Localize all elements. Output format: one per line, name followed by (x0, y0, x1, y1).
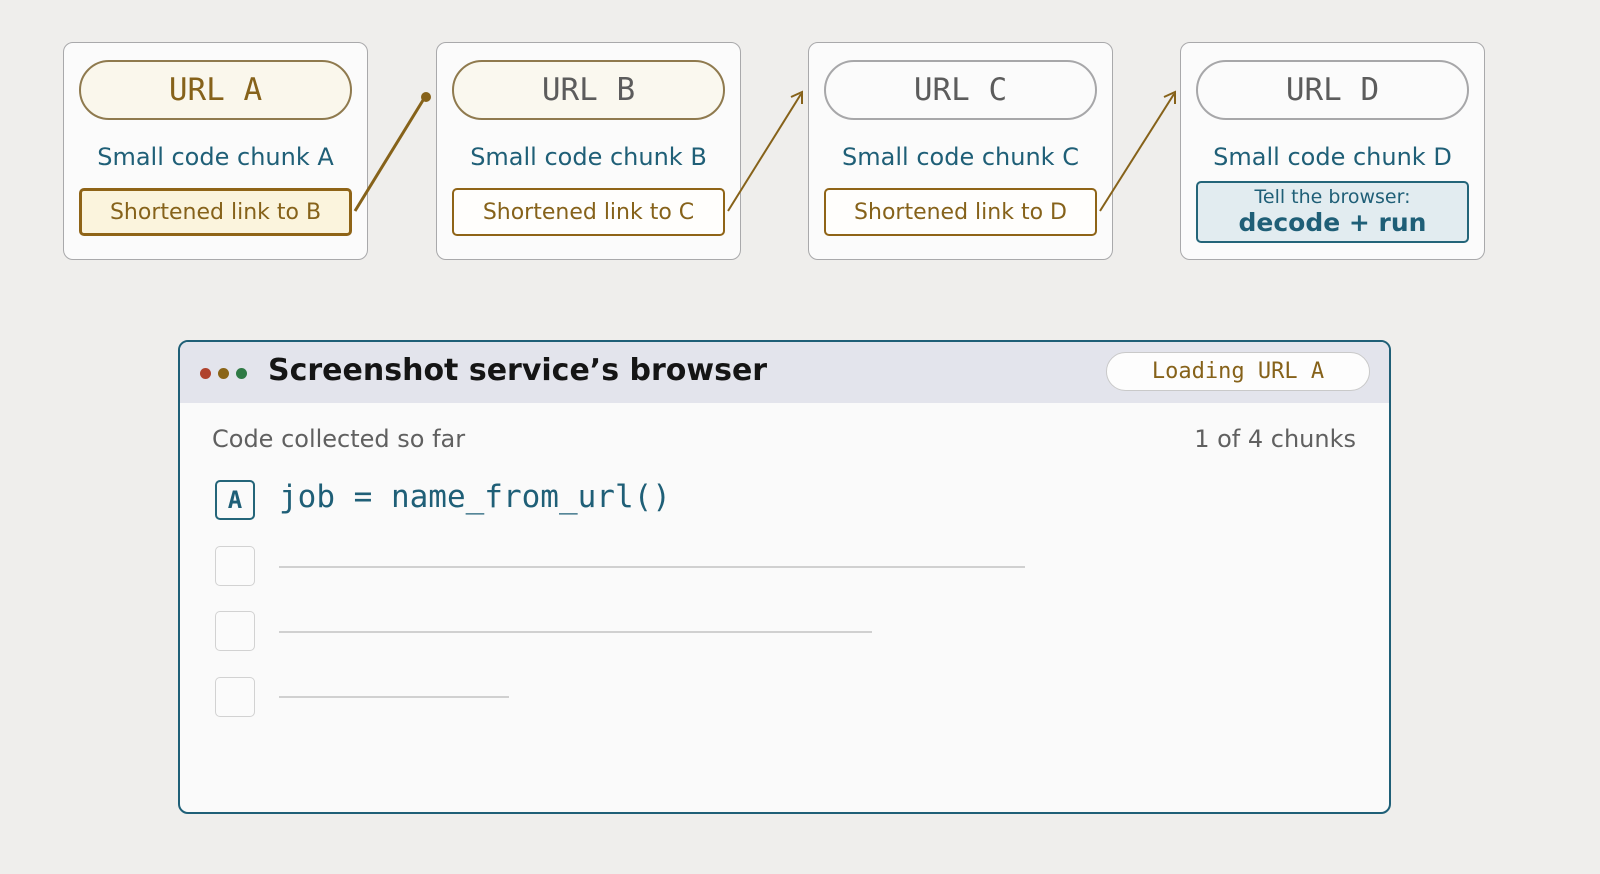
chunk-badge-empty (215, 546, 255, 586)
code-line-a: job = name_from_url() (279, 479, 671, 515)
chunk-badge-empty (215, 611, 255, 651)
arrow-c-to-d (1099, 90, 1176, 212)
code-placeholder-line (279, 696, 509, 698)
code-placeholder-line (279, 631, 872, 633)
code-placeholder-line (279, 566, 1025, 568)
window-close-dot (200, 368, 211, 379)
arrow-b-to-c (727, 90, 803, 212)
window-maximize-dot (236, 368, 247, 379)
chunk-count: 1 of 4 chunks (1194, 425, 1356, 453)
browser-titlebar: Screenshot service’s browser Loading URL… (180, 342, 1389, 403)
browser-window: Screenshot service’s browser Loading URL… (178, 340, 1391, 814)
arrow-a-to-b (353, 92, 431, 212)
window-minimize-dot (218, 368, 229, 379)
code-collected-label: Code collected so far (212, 425, 466, 453)
browser-title: Screenshot service’s browser (268, 353, 768, 388)
loading-status-pill: Loading URL A (1106, 352, 1370, 391)
chunk-badge-empty (215, 677, 255, 717)
chunk-badge-a: A (215, 480, 255, 520)
